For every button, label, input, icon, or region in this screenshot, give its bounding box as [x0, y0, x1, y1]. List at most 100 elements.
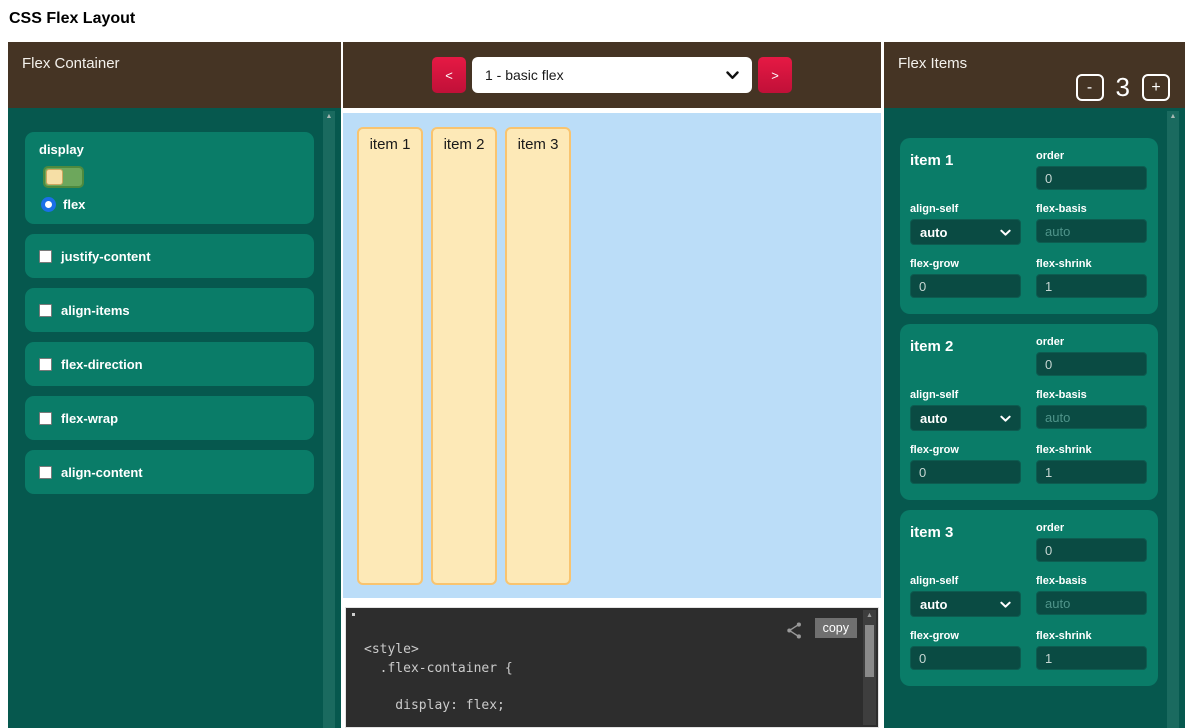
- flex-items-header: Flex Items - 3 +: [884, 42, 1185, 108]
- item-1-flex-grow-field: flex-grow: [910, 258, 1021, 298]
- order-label: order: [1036, 336, 1147, 348]
- display-label: display: [39, 142, 300, 157]
- flex-wrap-card[interactable]: flex-wrap: [25, 396, 314, 440]
- item-1-flex-basis-field: flex-basis: [1036, 203, 1147, 245]
- flex-basis-label: flex-basis: [1036, 203, 1147, 215]
- scroll-up-icon[interactable]: ▲: [863, 610, 876, 622]
- chevron-down-icon: [1000, 225, 1011, 240]
- item-1-order-input[interactable]: [1036, 166, 1147, 190]
- order-label: order: [1036, 522, 1147, 534]
- item-3-name: item 3: [910, 522, 1021, 562]
- item-1-flex-shrink-input[interactable]: [1036, 274, 1147, 298]
- display-toggle-knob[interactable]: [46, 169, 63, 185]
- align-items-label: align-items: [61, 303, 130, 318]
- flex-basis-label: flex-basis: [1036, 575, 1147, 587]
- share-icon[interactable]: [785, 621, 804, 640]
- align-self-label: align-self: [910, 575, 1021, 587]
- display-toggle[interactable]: [43, 166, 84, 188]
- scroll-up-icon[interactable]: ▲: [323, 111, 335, 123]
- item-3-align-self-select[interactable]: auto: [910, 591, 1021, 617]
- item-1-order-field: order: [1036, 150, 1147, 190]
- item-3-flex-grow-field: flex-grow: [910, 630, 1021, 670]
- add-item-button[interactable]: +: [1142, 74, 1170, 101]
- example-select-value: 1 - basic flex: [485, 67, 564, 83]
- flex-preview-container: item 1 item 2 item 3: [343, 113, 881, 598]
- right-panel-scrollbar[interactable]: ▲: [1167, 111, 1179, 728]
- item-2-flex-grow-field: flex-grow: [910, 444, 1021, 484]
- item-1-name: item 1: [910, 150, 1021, 190]
- copy-button[interactable]: copy: [815, 618, 857, 638]
- flex-basis-label: flex-basis: [1036, 389, 1147, 401]
- preview-item-3: item 3: [505, 127, 571, 585]
- item-3-flex-basis-input[interactable]: [1036, 591, 1147, 615]
- remove-item-button[interactable]: -: [1076, 74, 1104, 101]
- preview-item-2: item 2: [431, 127, 497, 585]
- item-2-flex-basis-field: flex-basis: [1036, 389, 1147, 431]
- item-2-order-input[interactable]: [1036, 352, 1147, 376]
- scroll-up-icon[interactable]: ▲: [1167, 111, 1179, 123]
- code-cursor-dot: [352, 613, 355, 616]
- order-label: order: [1036, 150, 1147, 162]
- page-title: CSS Flex Layout: [9, 10, 135, 28]
- item-2-name: item 2: [910, 336, 1021, 376]
- item-3-card: item 3 order align-self auto flex-basis: [900, 510, 1158, 686]
- item-1-flex-grow-input[interactable]: [910, 274, 1021, 298]
- example-nav-bar: < 1 - basic flex >: [343, 42, 881, 108]
- item-1-align-self-select[interactable]: auto: [910, 219, 1021, 245]
- flex-direction-label: flex-direction: [61, 357, 143, 372]
- item-3-align-self-field: align-self auto: [910, 575, 1021, 617]
- chevron-down-icon: [726, 67, 739, 83]
- align-self-label: align-self: [910, 203, 1021, 215]
- item-1-flex-shrink-field: flex-shrink: [1036, 258, 1147, 298]
- align-self-label: align-self: [910, 389, 1021, 401]
- item-3-flex-grow-input[interactable]: [910, 646, 1021, 670]
- item-1-align-self-field: align-self auto: [910, 203, 1021, 245]
- flex-shrink-label: flex-shrink: [1036, 444, 1147, 456]
- align-items-card[interactable]: align-items: [25, 288, 314, 332]
- item-3-order-input[interactable]: [1036, 538, 1147, 562]
- item-2-flex-basis-input[interactable]: [1036, 405, 1147, 429]
- flex-items-title: Flex Items: [898, 55, 967, 72]
- item-2-flex-shrink-input[interactable]: [1036, 460, 1147, 484]
- preview-item-1: item 1: [357, 127, 423, 585]
- item-3-flex-shrink-input[interactable]: [1036, 646, 1147, 670]
- flex-container-title: Flex Container: [22, 55, 120, 72]
- flex-items-body: item 1 order align-self auto flex-basis: [884, 108, 1185, 728]
- next-example-button[interactable]: >: [758, 57, 792, 93]
- justify-content-checkbox[interactable]: [39, 250, 52, 263]
- code-panel: <style> .flex-container { display: flex;…: [345, 607, 879, 728]
- prev-example-button[interactable]: <: [432, 57, 466, 93]
- code-scrollbar-thumb[interactable]: [865, 625, 874, 677]
- example-select[interactable]: 1 - basic flex: [472, 57, 752, 93]
- chevron-down-icon: [1000, 597, 1011, 612]
- item-1-flex-basis-input[interactable]: [1036, 219, 1147, 243]
- code-scrollbar[interactable]: ▲: [863, 610, 876, 725]
- align-items-checkbox[interactable]: [39, 304, 52, 317]
- preview-column: < 1 - basic flex > item 1 item 2 item 3 …: [343, 42, 881, 728]
- item-3-flex-basis-field: flex-basis: [1036, 575, 1147, 617]
- left-panel-scrollbar[interactable]: ▲: [323, 111, 335, 728]
- align-self-value: auto: [920, 411, 947, 426]
- flex-items-panel: Flex Items - 3 + item 1 order align-self…: [884, 42, 1185, 728]
- flex-direction-checkbox[interactable]: [39, 358, 52, 371]
- flex-wrap-checkbox[interactable]: [39, 412, 52, 425]
- align-content-card[interactable]: align-content: [25, 450, 314, 494]
- flex-direction-card[interactable]: flex-direction: [25, 342, 314, 386]
- flex-radio[interactable]: [41, 197, 56, 212]
- flex-container-body: display flex justify-content align-items: [8, 108, 341, 728]
- chevron-down-icon: [1000, 411, 1011, 426]
- flex-grow-label: flex-grow: [910, 630, 1021, 642]
- justify-content-card[interactable]: justify-content: [25, 234, 314, 278]
- item-2-flex-grow-input[interactable]: [910, 460, 1021, 484]
- flex-grow-label: flex-grow: [910, 444, 1021, 456]
- flex-container-header: Flex Container: [8, 42, 341, 108]
- flex-wrap-label: flex-wrap: [61, 411, 118, 426]
- display-card: display flex: [25, 132, 314, 224]
- align-content-label: align-content: [61, 465, 143, 480]
- item-3-order-field: order: [1036, 522, 1147, 562]
- flex-container-panel: Flex Container display flex justify-cont…: [8, 42, 341, 728]
- item-2-align-self-select[interactable]: auto: [910, 405, 1021, 431]
- item-2-flex-shrink-field: flex-shrink: [1036, 444, 1147, 484]
- item-count: 3: [1116, 72, 1130, 103]
- align-content-checkbox[interactable]: [39, 466, 52, 479]
